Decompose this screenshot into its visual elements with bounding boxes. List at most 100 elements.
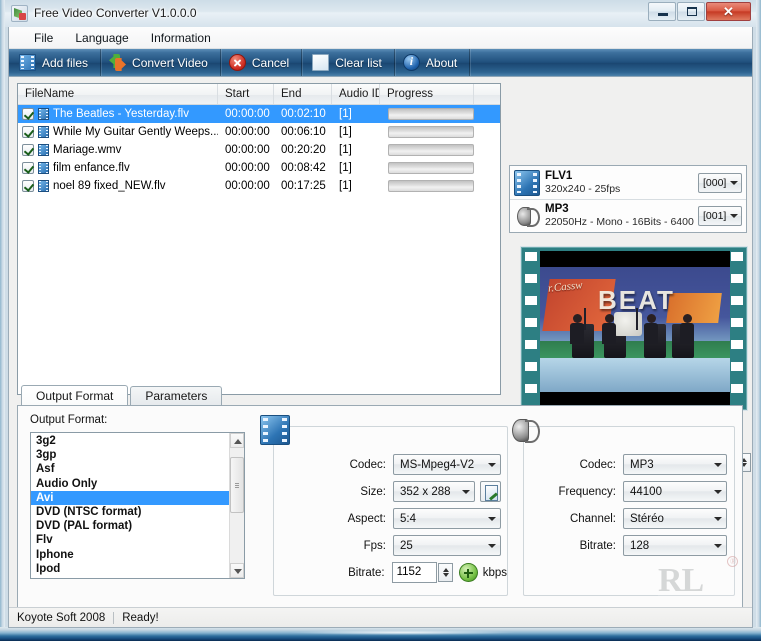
app-icon	[11, 5, 28, 22]
audio-stream-row[interactable]: MP3 22050Hz - Mono - 16Bits - 6400 [001]	[510, 199, 746, 232]
output-format-listbox[interactable]: 3g2 3gp Asf Audio Only Avi DVD (NTSC for…	[30, 432, 245, 579]
speaker-icon	[514, 203, 540, 229]
audio-frequency-dropdown[interactable]: 44100	[623, 481, 727, 502]
video-file-icon	[38, 144, 49, 156]
end-cell: 00:17:25	[281, 180, 326, 192]
convert-video-button[interactable]: Convert Video	[101, 49, 221, 76]
video-codec-dropdown[interactable]: MS-Mpeg4-V2	[393, 454, 501, 475]
chevron-down-icon	[234, 569, 242, 574]
cancel-circle-icon	[228, 54, 246, 71]
video-fps-dropdown[interactable]: 25	[393, 535, 501, 556]
window-frame-bottom	[0, 627, 761, 641]
add-files-button[interactable]: Add files	[9, 49, 102, 76]
top-content-area: FileName Start End Audio ID Progress The…	[9, 77, 752, 472]
menu-bar: File Language Information	[9, 27, 752, 49]
preview-person	[644, 314, 658, 344]
audio-codec-dropdown[interactable]: MP3	[623, 454, 727, 475]
column-header-extra[interactable]	[474, 84, 500, 104]
list-item[interactable]: DVD (PAL format)	[31, 519, 229, 533]
scrollbar-thumb[interactable]	[230, 457, 244, 513]
end-cell: 00:02:10	[281, 108, 326, 120]
audio-codec-row: Codec: MP3	[524, 451, 734, 478]
edit-icon[interactable]	[480, 481, 501, 502]
video-film-icon	[260, 415, 290, 445]
tab-output-format[interactable]: Output Format	[21, 385, 129, 406]
column-header-end[interactable]: End	[274, 84, 332, 104]
video-bitrate-stepper[interactable]	[438, 563, 453, 582]
video-aspect-row: Aspect: 5:4	[274, 505, 507, 532]
video-file-icon	[38, 180, 49, 192]
speaker-icon	[510, 415, 540, 445]
file-name-cell: film enfance.flv	[18, 159, 218, 177]
scroll-up-button[interactable]	[230, 433, 244, 448]
row-checkbox[interactable]	[22, 126, 34, 138]
column-header-filename[interactable]: FileName	[18, 84, 218, 104]
video-file-icon	[38, 108, 49, 120]
plus-circle-icon[interactable]	[458, 563, 478, 582]
clear-list-button[interactable]: Clear list	[302, 49, 395, 76]
row-checkbox[interactable]	[22, 180, 34, 192]
column-header-audio-id[interactable]: Audio ID	[332, 84, 380, 104]
list-item[interactable]: Audio Only	[31, 477, 229, 491]
progress-cell	[380, 180, 474, 192]
about-button[interactable]: About	[395, 49, 471, 76]
audio-track-dropdown[interactable]: [001]	[698, 206, 742, 226]
audio-bitrate-row: Bitrate: 128	[524, 532, 734, 559]
tab-parameters[interactable]: Parameters	[130, 386, 223, 406]
audio-channel-dropdown[interactable]: Stéréo	[623, 508, 727, 529]
table-row[interactable]: The Beatles - Yesterday.flv 00:00:00 00:…	[18, 105, 500, 123]
chevron-down-icon	[714, 462, 722, 467]
video-file-icon	[38, 162, 49, 174]
list-item[interactable]: Flv	[31, 533, 229, 547]
table-row[interactable]: While My Guitar Gently Weeps.... 00:00:0…	[18, 123, 500, 141]
audio-bitrate-value: 128	[630, 539, 650, 552]
video-bitrate-input[interactable]: 1152	[391, 562, 438, 583]
menu-language[interactable]: Language	[64, 29, 139, 47]
table-row[interactable]: noel 89 fixed_NEW.flv 00:00:00 00:17:25 …	[18, 177, 500, 195]
list-item[interactable]: Ipod	[31, 562, 229, 576]
video-stream-row[interactable]: FLV1 320x240 - 25fps [000]	[510, 166, 746, 199]
maximize-button[interactable]	[677, 2, 705, 21]
file-list[interactable]: FileName Start End Audio ID Progress The…	[17, 83, 501, 395]
output-format-scrollbar[interactable]	[229, 433, 244, 578]
start-cell: 00:00:00	[225, 108, 270, 120]
watermark-logo: RL ®	[658, 556, 738, 600]
video-track-dropdown[interactable]: [000]	[698, 172, 742, 193]
row-checkbox[interactable]	[22, 144, 34, 156]
progress-bar	[388, 180, 474, 192]
column-header-progress[interactable]: Progress	[380, 84, 474, 104]
table-row[interactable]: Mariage.wmv 00:00:00 00:20:20 [1]	[18, 141, 500, 159]
cancel-label: Cancel	[251, 55, 290, 70]
close-button[interactable]: ✕	[706, 2, 751, 21]
list-item[interactable]: DVD (NTSC format)	[31, 505, 229, 519]
film-strip-icon	[514, 169, 540, 196]
chevron-down-icon	[488, 462, 496, 467]
stepper-down-icon[interactable]	[443, 573, 450, 577]
tab-panel-output-format: Output Format: 3g2 3gp Asf Audio Only Av…	[17, 405, 743, 615]
table-row[interactable]: film enfance.flv 00:00:00 00:08:42 [1]	[18, 159, 500, 177]
video-aspect-dropdown[interactable]: 5:4	[393, 508, 501, 529]
list-item-selected[interactable]: Avi	[31, 490, 229, 505]
row-checkbox[interactable]	[22, 162, 34, 174]
status-company: Koyote Soft 2008	[17, 611, 106, 624]
toolbar: Add files Convert Video Cancel Clear lis…	[9, 49, 752, 77]
list-item[interactable]: 3g2	[31, 434, 229, 448]
audio-id-cell: [1]	[339, 126, 352, 138]
video-size-dropdown[interactable]: 352 x 288	[393, 481, 475, 502]
audio-bitrate-dropdown[interactable]: 128	[623, 535, 727, 556]
minimize-button[interactable]	[648, 2, 676, 21]
menu-information[interactable]: Information	[140, 29, 222, 47]
row-checkbox[interactable]	[22, 108, 34, 120]
cancel-button[interactable]: Cancel	[221, 49, 303, 76]
client-area: File Language Information Add files Conv…	[8, 27, 753, 628]
menu-file[interactable]: File	[23, 29, 64, 47]
list-item[interactable]: Asf	[31, 462, 229, 476]
list-item[interactable]: Iphone	[31, 548, 229, 562]
stepper-up-icon[interactable]	[443, 568, 450, 572]
list-item[interactable]: 3gp	[31, 448, 229, 462]
video-size-value: 352 x 288	[400, 485, 451, 498]
about-label: About	[425, 55, 458, 70]
column-header-start[interactable]: Start	[218, 84, 274, 104]
scroll-down-button[interactable]	[230, 563, 244, 578]
window-controls: ✕	[648, 2, 751, 21]
